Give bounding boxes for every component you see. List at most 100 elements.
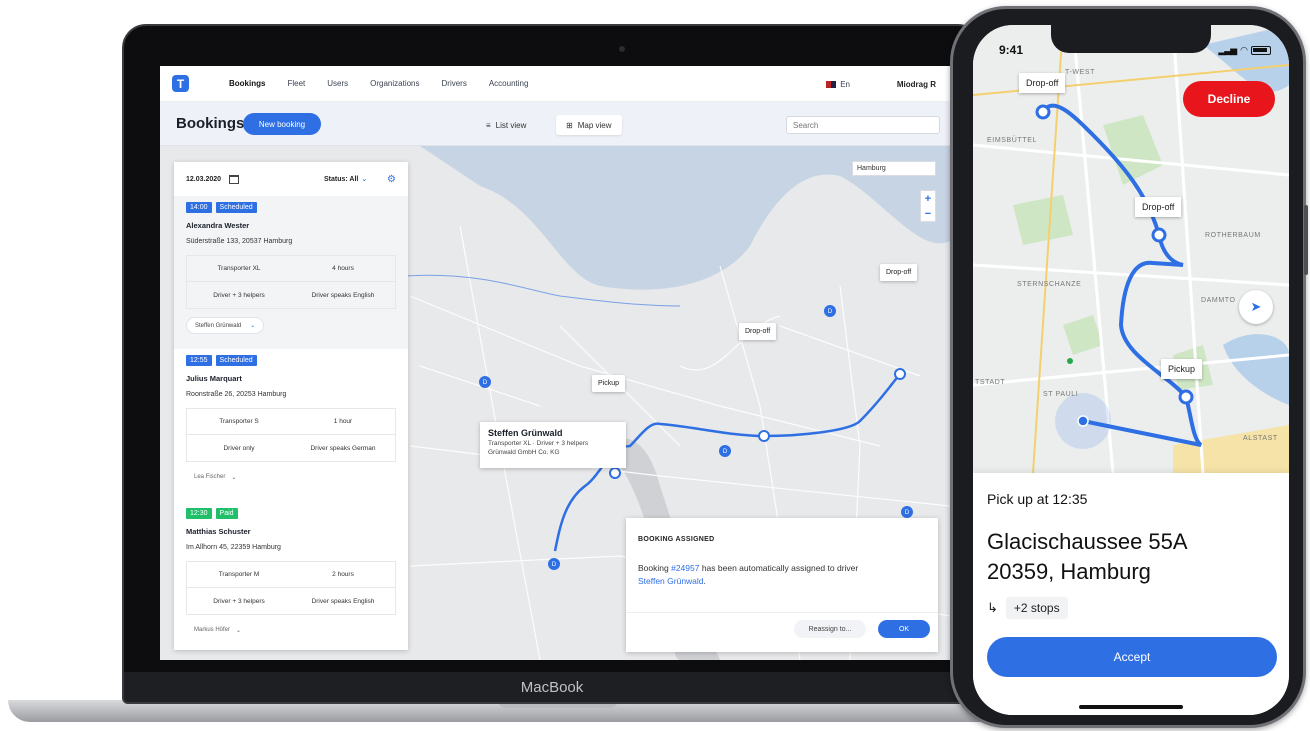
list-icon: ≡	[486, 120, 491, 130]
pickup-time: Pick up at 12:35	[987, 491, 1088, 507]
decline-button[interactable]: Decline	[1183, 81, 1275, 117]
booking-address: Im Allhorn 45, 22359 Hamburg	[186, 544, 281, 551]
home-indicator	[1079, 705, 1183, 709]
booking-card[interactable]: 12:30 Paid Matthias Schuster Im Allhorn …	[174, 502, 408, 650]
booking-details: Transporter M 2 hours Driver + 3 helpers D…	[186, 561, 396, 615]
phone-dropoff-point[interactable]	[1035, 104, 1051, 120]
phone-frame: 9:41 ▂▃▅ ◠ T-WEST EIMSBÜTTEL ROTHERBAUM …	[950, 6, 1308, 728]
dropoff-point-1[interactable]	[758, 430, 770, 442]
city-select[interactable]: Hamburg	[852, 161, 936, 176]
dropoff-point-2[interactable]	[894, 368, 906, 380]
map-view-label: Map view	[577, 120, 612, 130]
zoom-in-button[interactable]: +	[921, 191, 935, 206]
pickup-label: Pickup	[592, 375, 626, 392]
nav-fleet[interactable]: Fleet	[287, 79, 305, 88]
chevron-down-icon: ⌄	[361, 176, 368, 183]
booking-crew: Driver only	[223, 444, 255, 452]
pickup-point[interactable]	[609, 467, 621, 479]
nav-organizations[interactable]: Organizations	[370, 79, 419, 88]
booking-time-badge: 14:00	[186, 202, 212, 213]
reassign-button[interactable]: Reassign to...	[794, 620, 866, 638]
pickup-address: Glacischaussee 55A 20359, Hamburg	[987, 527, 1188, 587]
booking-card[interactable]: 14:00 Scheduled Alexandra Wester Süderst…	[174, 196, 408, 349]
booking-language: Driver speaks English	[311, 291, 375, 299]
driver-popup[interactable]: Steffen Grünwald Transporter XL · Driver…	[480, 422, 626, 468]
booking-time-badge: 12:55	[186, 355, 212, 366]
additional-stops[interactable]: ↳ +2 stops	[987, 597, 1068, 619]
nav-bookings[interactable]: Bookings	[229, 79, 265, 88]
notification-title: BOOKING ASSIGNED	[638, 536, 715, 543]
driver-marker-letter: D	[552, 562, 557, 568]
phone-dropoff-label: Drop-off	[1019, 73, 1066, 93]
phone-dropoff-point[interactable]	[1151, 227, 1167, 243]
driver-link[interactable]: Steffen Grünwald	[638, 576, 704, 586]
search-input[interactable]	[786, 116, 940, 134]
list-view-label: List view	[495, 120, 527, 130]
map-view-button[interactable]: ⊞ Map view	[556, 115, 622, 135]
booking-address: Roonstraße 26, 20253 Hamburg	[186, 391, 287, 398]
nav-users[interactable]: Users	[327, 79, 348, 88]
district-label: EIMSBÜTTEL	[987, 137, 1037, 144]
web-app-screen: T Bookings Fleet Users Organizations Dri…	[160, 66, 950, 660]
booking-customer: Matthias Schuster	[186, 527, 251, 536]
accept-button[interactable]: Accept	[987, 637, 1277, 677]
booking-customer: Alexandra Wester	[186, 221, 250, 230]
driver-dropdown[interactable]: Steffen Grünwald ⌄	[186, 317, 265, 334]
user-menu[interactable]: Miodrag R	[897, 80, 936, 89]
driver-popup-company: Grünwald GmbH Co. KG	[488, 449, 560, 456]
poi-pin-icon	[1067, 358, 1073, 364]
status-filter[interactable]: Status: All ⌄	[324, 175, 367, 183]
nav-drivers[interactable]: Drivers	[442, 79, 467, 88]
list-view-button[interactable]: ≡ List view	[476, 115, 536, 135]
status-bar-time: 9:41	[999, 43, 1024, 57]
zoom-out-button[interactable]: −	[921, 206, 935, 221]
uk-flag-icon	[826, 81, 837, 88]
booking-language: Driver speaks German	[310, 444, 376, 452]
booking-status-badge: Paid	[215, 508, 238, 519]
booking-details: Transporter XL 4 hours Driver + 3 helpers…	[186, 255, 396, 309]
district-label: STERNSCHANZE	[1017, 281, 1082, 288]
driver-marker-letter: D	[483, 380, 488, 386]
booking-vehicle: Transporter S	[219, 418, 259, 425]
driver-dropdown-value: Steffen Grünwald	[195, 322, 242, 329]
booking-language: Driver speaks English	[311, 597, 375, 605]
phone-pickup-point[interactable]	[1178, 389, 1194, 405]
driver-popup-vehicle: Transporter XL · Driver + 3 helpers	[488, 440, 589, 447]
booking-vehicle: Transporter XL	[217, 265, 261, 272]
phone-side-button	[1304, 205, 1308, 275]
booking-card[interactable]: 12:55 Scheduled Julius Marquart Roonstra…	[174, 349, 408, 502]
notification-text: has been automatically assigned to drive…	[699, 563, 859, 573]
status-filter-label: Status: All	[324, 176, 359, 183]
app-logo[interactable]: T	[172, 75, 189, 92]
booking-duration: 2 hours	[332, 571, 354, 578]
dropoff-label-1: Drop-off	[739, 323, 777, 340]
calendar-icon[interactable]	[229, 174, 240, 184]
current-location-dot	[1077, 415, 1089, 427]
phone-dropoff-label: Drop-off	[1135, 197, 1182, 217]
booking-id-link[interactable]: #24957	[671, 563, 699, 573]
driver-dropdown[interactable]: Lea Fischer ⌄	[186, 470, 244, 485]
driver-popup-name: Steffen Grünwald	[488, 428, 563, 438]
notification-text: Booking	[638, 563, 672, 573]
subdirectory-arrow-icon: ↳	[987, 600, 998, 615]
settings-gear-icon[interactable]: ⚙	[387, 174, 396, 185]
new-booking-button[interactable]: New booking	[243, 113, 321, 135]
district-label: DAMMTO	[1201, 297, 1236, 304]
driver-dropdown-value: Markus Höfer	[194, 627, 231, 633]
job-offer-sheet: Pick up at 12:35 Glacischaussee 55A 2035…	[973, 473, 1289, 715]
signal-icon: ▂▃▅	[1218, 45, 1237, 55]
nav-accounting[interactable]: Accounting	[489, 79, 529, 88]
language-selector[interactable]: En	[826, 80, 850, 89]
ok-button[interactable]: OK	[878, 620, 930, 638]
navigation-arrow-icon[interactable]: ➤	[1239, 290, 1273, 324]
booking-duration: 4 hours	[332, 265, 354, 272]
booking-crew: Driver + 3 helpers	[213, 597, 265, 605]
status-bar-icons: ▂▃▅ ◠	[1218, 45, 1271, 56]
date-filter[interactable]: 12.03.2020	[186, 176, 221, 183]
phone-screen: 9:41 ▂▃▅ ◠ T-WEST EIMSBÜTTEL ROTHERBAUM …	[973, 25, 1289, 715]
pickup-address-line1: Glacischaussee 55A	[987, 529, 1188, 554]
driver-dropdown[interactable]: Markus Höfer ⌄	[186, 623, 249, 638]
notification-text: .	[703, 576, 706, 586]
booking-assigned-notification: BOOKING ASSIGNED Booking #24957 has been…	[626, 518, 938, 652]
phone-pickup-label: Pickup	[1161, 359, 1203, 379]
